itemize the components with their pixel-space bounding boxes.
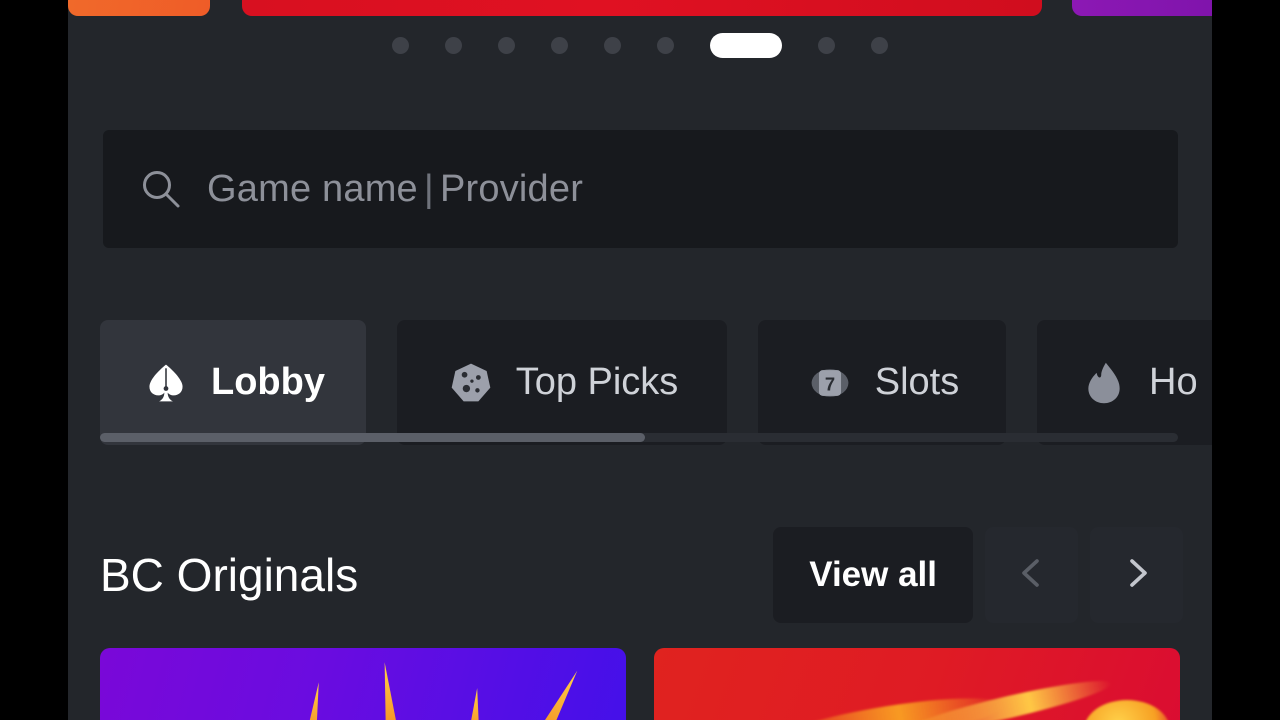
letterbox-left <box>0 0 68 720</box>
carousel-dot-6[interactable] <box>657 36 674 54</box>
tabs-scrollbar-track[interactable] <box>100 433 1178 442</box>
svg-text:7: 7 <box>825 373 835 394</box>
letterbox-right <box>1212 0 1280 720</box>
carousel-next-button[interactable] <box>1090 527 1183 623</box>
tabs-scrollbar-thumb[interactable] <box>100 433 645 442</box>
carousel-dot-3[interactable] <box>498 36 515 54</box>
carousel-dot-5[interactable] <box>604 36 621 54</box>
carousel-dot-4[interactable] <box>551 36 568 54</box>
carousel-dot-8[interactable] <box>818 36 835 54</box>
carousel-dot-1[interactable] <box>392 36 409 54</box>
tab-hot-games[interactable]: Ho <box>1037 320 1212 445</box>
chevron-left-icon <box>1012 553 1052 598</box>
chevron-right-icon <box>1117 553 1157 598</box>
app-viewport: Game name | Provider Lobby Top Picks 7 S… <box>68 0 1212 720</box>
page-title: BC Originals <box>100 549 359 601</box>
carousel-prev-button[interactable] <box>985 527 1078 623</box>
spade-icon <box>141 358 191 408</box>
carousel-dot-2[interactable] <box>445 36 462 54</box>
carousel-dots[interactable] <box>68 28 1212 62</box>
slot-seven-icon: 7 <box>805 358 855 408</box>
search-input[interactable]: Game name | Provider <box>207 168 583 211</box>
search-placeholder-primary: Game name <box>207 167 418 210</box>
promo-banner-orange[interactable] <box>68 0 210 16</box>
screen: Game name | Provider Lobby Top Picks 7 S… <box>0 0 1280 720</box>
promo-banner-purple[interactable] <box>1072 0 1212 16</box>
category-tabs[interactable]: Lobby Top Picks 7 Slots Ho <box>68 320 1212 450</box>
flame-icon <box>1079 358 1129 408</box>
search-bar[interactable]: Game name | Provider <box>103 130 1178 248</box>
tab-hot-games-label: Ho <box>1149 361 1198 403</box>
dice-ball-icon <box>446 358 496 408</box>
tab-top-picks-label: Top Picks <box>515 361 679 403</box>
tab-lobby-label: Lobby <box>211 361 325 403</box>
tab-lobby[interactable]: Lobby <box>100 320 366 445</box>
tab-slots[interactable]: 7 Slots <box>758 320 1006 445</box>
section-header-bc-originals: BC Originals View all <box>100 525 1183 625</box>
game-card-2[interactable] <box>654 648 1180 720</box>
category-tabs-list: Lobby Top Picks 7 Slots Ho <box>100 320 1212 445</box>
carousel-dot-9[interactable] <box>871 36 888 54</box>
game-card-1[interactable] <box>100 648 626 720</box>
promo-banner-red[interactable] <box>242 0 1042 16</box>
section-actions: View all <box>773 527 1183 623</box>
carousel-dot-7-active[interactable] <box>710 32 782 58</box>
tab-top-picks[interactable]: Top Picks <box>397 320 727 445</box>
tab-slots-label: Slots <box>874 361 960 403</box>
search-icon <box>139 167 183 211</box>
view-all-button[interactable]: View all <box>773 527 973 623</box>
promo-banner-carousel[interactable] <box>68 0 1212 16</box>
game-cards-row <box>100 648 1212 720</box>
search-placeholder-secondary: Provider <box>439 167 584 210</box>
search-placeholder-separator: | <box>423 167 434 210</box>
